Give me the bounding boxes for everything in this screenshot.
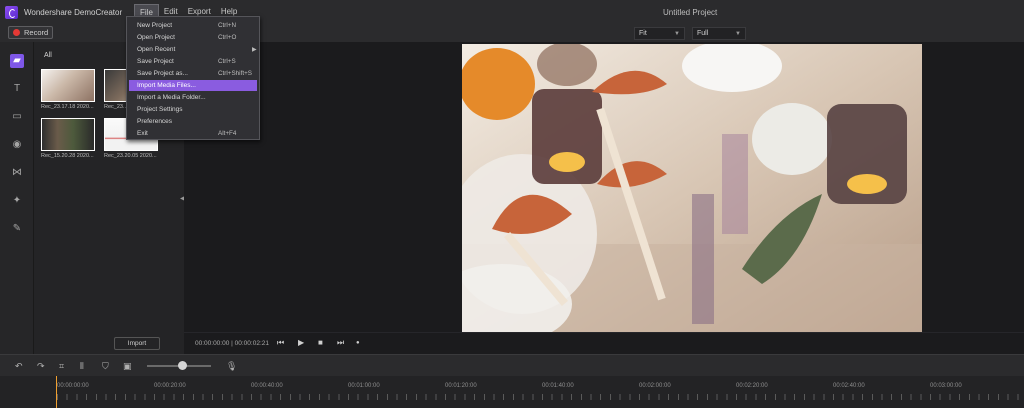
ruler-label: 00:03:00:00: [930, 383, 962, 389]
split-icon[interactable]: ⫴: [80, 361, 84, 372]
import-button[interactable]: Import: [114, 337, 160, 350]
menu-item-project-settings[interactable]: Project Settings: [129, 104, 257, 115]
fit-select-value: Fit: [639, 30, 647, 37]
menu-item-import-media-folder[interactable]: Import a Media Folder...: [129, 92, 257, 103]
menu-item-shortcut: Ctrl+Shift+S: [218, 70, 252, 77]
preview-image: [462, 44, 922, 332]
chevron-down-icon: ▼: [674, 30, 680, 37]
magic-wand-icon[interactable]: ✦: [10, 194, 24, 208]
crop-icon[interactable]: ⌗: [59, 361, 64, 372]
playhead[interactable]: [56, 376, 57, 408]
record-button[interactable]: Record: [8, 26, 53, 39]
menu-item-label: Save Project as...: [137, 70, 188, 77]
microphone-icon[interactable]: 🎙: [226, 361, 237, 372]
transitions-icon[interactable]: ⋈: [10, 166, 24, 180]
edit-toolbar: ↶ ↷ ⌗ ⫴ ⛉ ▣ 🎙: [0, 354, 1024, 376]
text-icon[interactable]: T: [10, 82, 24, 96]
ruler-label: 00:02:00:00: [639, 383, 671, 389]
menu-item-label: Open Project: [137, 34, 175, 41]
chevron-right-icon: ▶: [252, 47, 257, 53]
media-thumbnail[interactable]: [41, 69, 95, 102]
menu-item-shortcut: Ctrl+N: [218, 22, 237, 29]
record-marker-icon[interactable]: ●: [356, 340, 360, 346]
menu-item-label: Preferences: [137, 118, 173, 125]
media-library-icon[interactable]: ▰: [10, 54, 24, 68]
menu-item-import-media-files[interactable]: Import Media Files...: [129, 80, 257, 91]
menu-item-save-project-as[interactable]: Save Project as... Ctrl+Shift+S: [129, 68, 257, 79]
menu-item-exit[interactable]: Exit Alt+F4: [129, 128, 257, 139]
app-logo-icon: [5, 5, 18, 19]
quality-select-value: Full: [697, 30, 709, 37]
ruler-label: 00:01:20:00: [445, 383, 477, 389]
zoom-slider-handle[interactable]: [178, 361, 187, 370]
menu-item-shortcut: Alt+F4: [218, 130, 237, 137]
media-item-label: Rec_15.20.28 2020...: [41, 153, 94, 159]
menu-item-save-project[interactable]: Save Project Ctrl+S: [129, 56, 257, 67]
menu-item-shortcut: Ctrl+O: [218, 34, 237, 41]
menu-item-label: Import Media Files...: [137, 82, 196, 89]
pin-icon[interactable]: ✎: [10, 222, 24, 236]
menu-item-label: Exit: [137, 130, 148, 137]
video-preview: [462, 44, 922, 332]
app-title: Wondershare DemoCreator: [24, 7, 123, 17]
menu-item-open-project[interactable]: Open Project Ctrl+O: [129, 32, 257, 43]
menu-item-shortcut: Ctrl+S: [218, 58, 236, 65]
fit-select[interactable]: Fit ▼: [634, 27, 685, 40]
menu-item-label: New Project: [137, 22, 173, 29]
shield-icon[interactable]: ⛉: [102, 361, 109, 372]
skip-forward-icon[interactable]: ⏭: [337, 338, 344, 348]
undo-icon[interactable]: ↶: [15, 361, 23, 372]
ruler-label: 00:00:40:00: [251, 383, 283, 389]
ruler-label: 00:02:20:00: [736, 383, 768, 389]
import-button-label: Import: [127, 340, 147, 347]
chevron-down-icon: ▼: [735, 30, 741, 37]
quality-select[interactable]: Full ▼: [692, 27, 746, 40]
ruler-label: 00:00:00:00: [57, 383, 89, 389]
left-rail: ▰ T ▭ ◉ ⋈ ✦ ✎: [0, 42, 34, 354]
caption-icon[interactable]: ▣: [123, 361, 132, 372]
record-icon: [13, 29, 20, 36]
ruler-label: 00:01:00:00: [348, 383, 380, 389]
menu-item-preferences[interactable]: Preferences: [129, 116, 257, 127]
effects-icon[interactable]: ◉: [10, 138, 24, 152]
ruler-label: 00:01:40:00: [542, 383, 574, 389]
media-item-label: Rec_23.17.18 2020...: [41, 104, 94, 110]
menu-item-label: Project Settings: [137, 106, 183, 113]
menu-item-label: Open Recent: [137, 46, 176, 53]
ruler-ticks: [57, 394, 1024, 400]
skip-back-icon[interactable]: ⏮: [277, 338, 284, 348]
menu-item-new-project[interactable]: New Project Ctrl+N: [129, 20, 257, 31]
menu-item-open-recent[interactable]: Open Recent ▶: [129, 44, 257, 55]
ruler-label: 00:00:20:00: [154, 383, 186, 389]
redo-icon[interactable]: ↷: [37, 361, 45, 372]
ruler-label: 00:02:40:00: [833, 383, 865, 389]
media-tab-all[interactable]: All: [44, 52, 52, 59]
timeline-ruler[interactable]: 00:00:00:00 00:00:20:00 00:00:40:00 00:0…: [0, 376, 1024, 408]
record-label: Record: [24, 28, 49, 37]
play-icon[interactable]: ▶: [298, 338, 304, 347]
playback-bar: 00:00:00:00 | 00:00:02:21 ⏮ ▶ ■ ⏭ ●: [184, 332, 1024, 354]
media-item-label: Rec_23...: [104, 104, 128, 110]
menu-item-label: Save Project: [137, 58, 174, 65]
media-item-label: Rec_23.20.05 2020...: [104, 153, 157, 159]
file-menu-dropdown: New Project Ctrl+N Open Project Ctrl+O O…: [126, 16, 260, 140]
time-code: 00:00:00:00 | 00:00:02:21: [195, 340, 269, 347]
project-title: Untitled Project: [663, 8, 718, 17]
menu-item-label: Import a Media Folder...: [137, 94, 206, 101]
media-thumbnail[interactable]: [41, 118, 95, 151]
stop-icon[interactable]: ■: [318, 338, 323, 347]
annotation-icon[interactable]: ▭: [10, 110, 24, 124]
